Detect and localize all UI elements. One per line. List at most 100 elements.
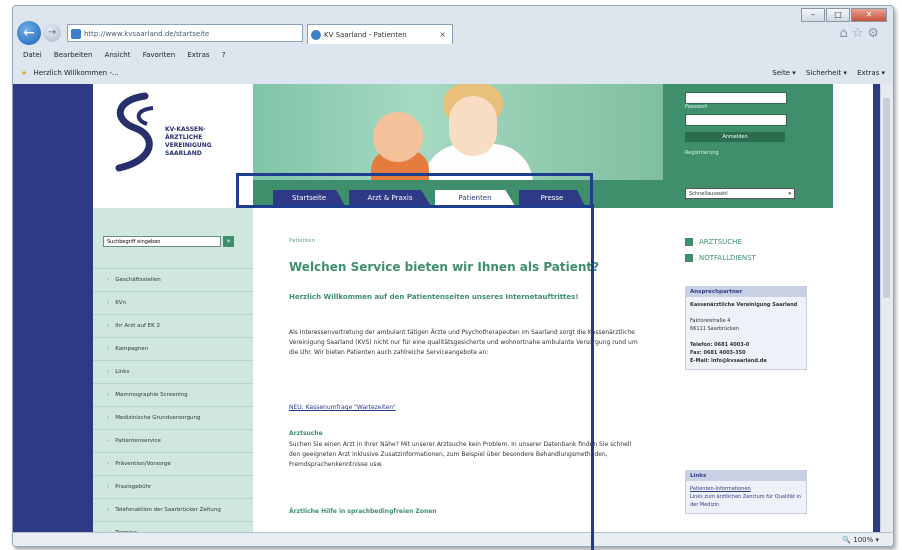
minimize-button[interactable]: –: [801, 8, 825, 22]
menu-favorites[interactable]: Favoriten: [143, 51, 175, 59]
header-banner-image: [253, 84, 663, 180]
sidebar-item[interactable]: Prävention/Vorsorge: [93, 452, 253, 475]
arztsuche-link[interactable]: ARZTSUCHE: [685, 238, 742, 246]
sidebar-item[interactable]: Praxisgebühr: [93, 475, 253, 498]
sidebar-item[interactable]: Medizinische Grundversorgung: [93, 406, 253, 429]
vertical-scrollbar[interactable]: [880, 84, 893, 532]
sidebar-item[interactable]: Kampagnen: [93, 337, 253, 360]
favorites-bar: ★ Herzlich Willkommen -... Seite ▾ Siche…: [13, 64, 893, 82]
links-box-body: Patienten-Informationen Links zum ärztli…: [686, 481, 806, 513]
contact-box: Ansprechpartner Kassenärztliche Vereinig…: [685, 286, 807, 370]
arztsuche-label: ARZTSUCHE: [699, 238, 742, 246]
ie-tab-icon: [311, 30, 321, 40]
username-input[interactable]: [685, 92, 787, 104]
sidebar-menu: Geschäftsstellen KVn Ihr Arzt auf EK 2 K…: [93, 268, 253, 532]
tab-title: KV Saarland - Patienten: [324, 31, 407, 39]
status-bar: 🔍 100% ▾: [13, 532, 893, 546]
links-box: Links Patienten-Informationen Links zum …: [685, 470, 807, 514]
contact-street: Faktoreistraße 4: [690, 318, 731, 324]
page-title: Welchen Service bieten wir Ihnen als Pat…: [289, 260, 600, 274]
back-arrow-icon[interactable]: ←: [17, 21, 41, 45]
section-arztsuche-text: Suchen Sie einen Arzt in Ihrer Nähe? Mit…: [289, 441, 632, 468]
menu-tools[interactable]: Extras: [187, 51, 209, 59]
command-bar: Seite ▾ Sicherheit ▾ Extras ▾: [764, 64, 885, 82]
menu-view[interactable]: Ansicht: [105, 51, 131, 59]
contact-city: 66111 Saarbrücken: [690, 326, 739, 332]
search-go-button[interactable]: »: [223, 236, 234, 247]
browser-window: – □ ✕ ← → http://www.kvsaarland.de/start…: [12, 5, 894, 547]
sidebar-item[interactable]: KVn: [93, 291, 253, 314]
contact-box-body: Kassenärztliche Vereinigung Saarland Fak…: [686, 297, 806, 369]
sidebar-item[interactable]: Patientenservice: [93, 429, 253, 452]
sidebar-item[interactable]: Links: [93, 360, 253, 383]
search-input[interactable]: Suchbegriff eingeben: [103, 236, 221, 247]
sidebar-item[interactable]: Mammographie Screening: [93, 383, 253, 406]
links-item[interactable]: Links zum ärztlichen Zentrum für Qualitä…: [690, 493, 802, 509]
tab-close-icon[interactable]: ×: [439, 25, 446, 45]
address-text: http://www.kvsaarland.de/startseite: [84, 30, 210, 38]
scrollbar-thumb[interactable]: [883, 98, 890, 298]
site-content: KV-KASSEN-ÄRZTLICHE VEREINIGUNG SAARLAND…: [93, 84, 873, 532]
menu-help[interactable]: ?: [222, 51, 226, 59]
breadcrumb[interactable]: Patienten: [289, 238, 315, 244]
favorite-link[interactable]: Herzlich Willkommen -...: [34, 69, 119, 77]
section-arztsuche-title: Arztsuche: [289, 430, 323, 437]
password-label: Passwort: [685, 104, 708, 110]
contact-org: Kassenärztliche Vereinigung Saarland: [690, 302, 798, 308]
address-bar[interactable]: http://www.kvsaarland.de/startseite: [67, 24, 303, 42]
highlight-line-content: [591, 204, 639, 550]
login-button[interactable]: Anmelden: [685, 132, 785, 142]
logo-text: KV-KASSEN-ÄRZTLICHE VEREINIGUNG SAARLAND: [165, 126, 212, 157]
contact-fax: Fax: 0681 4003-350: [690, 350, 746, 356]
maximize-button[interactable]: □: [826, 8, 850, 22]
page-menu[interactable]: Seite ▾: [772, 69, 796, 77]
highlight-box-nav: [236, 173, 593, 208]
section-hilfe-title: Ärztliche Hilfe in sprachbedingfreien Zo…: [289, 508, 437, 515]
site-logo[interactable]: KV-KASSEN-ÄRZTLICHE VEREINIGUNG SAARLAND: [93, 84, 253, 180]
quick-select-bar: Schnellauswahl ▾: [663, 180, 833, 208]
navigation-row: ← → http://www.kvsaarland.de/startseite …: [13, 21, 893, 47]
forward-arrow-icon[interactable]: →: [43, 24, 61, 42]
sidebar-item[interactable]: Telefonaktion der Saarbrücker Zeitung: [93, 498, 253, 521]
sidebar-item[interactable]: Ihr Arzt auf EK 2: [93, 314, 253, 337]
notfalldienst-link[interactable]: NOTFALLDIENST: [685, 254, 756, 262]
tools-menu[interactable]: Extras ▾: [857, 69, 885, 77]
contact-email[interactable]: E-Mail: info@kvsaarland.de: [690, 357, 802, 365]
register-link[interactable]: Registrierung: [685, 150, 719, 156]
contact-phone: Telefon: 0681 4003-0: [690, 342, 750, 348]
arrow-square-icon: [685, 254, 693, 262]
news-link[interactable]: NEU: Kassenumfrage "Wartezeiten": [289, 404, 396, 411]
zoom-icon: 🔍: [842, 536, 851, 544]
intro-paragraph: Als Interessenvertretung der ambulant tä…: [289, 329, 638, 356]
notfalldienst-label: NOTFALLDIENST: [699, 254, 756, 262]
quick-select[interactable]: Schnellauswahl ▾: [685, 188, 795, 199]
site-favicon-icon: [71, 29, 81, 39]
password-input[interactable]: [685, 114, 787, 126]
links-item[interactable]: Patienten-Informationen: [690, 485, 802, 493]
menu-file[interactable]: Datei: [23, 51, 42, 59]
contact-box-title: Ansprechpartner: [686, 287, 806, 297]
left-sidebar: Suchbegriff eingeben » Geschäftsstellen …: [93, 208, 253, 532]
right-column: ARZTSUCHE NOTFALLDIENST Ansprechpartner …: [663, 208, 833, 532]
chevron-down-icon: ▾: [788, 191, 791, 197]
page-viewport: KV-KASSEN-ÄRZTLICHE VEREINIGUNG SAARLAND…: [13, 84, 893, 532]
browser-tab[interactable]: KV Saarland - Patienten ×: [307, 24, 453, 44]
menu-bar: Datei Bearbeiten Ansicht Favoriten Extra…: [13, 49, 893, 62]
arrow-square-icon: [685, 238, 693, 246]
banner-child-face: [373, 112, 423, 162]
zoom-level: 100%: [853, 536, 874, 544]
zoom-control[interactable]: 🔍 100% ▾: [842, 533, 879, 546]
welcome-subheading: Herzlich Willkommen auf den Patientensei…: [289, 293, 579, 301]
quick-select-value: Schnellauswahl: [689, 191, 728, 197]
home-star-gear-icons[interactable]: ⌂☆⚙: [839, 26, 883, 41]
window-controls: – □ ✕: [801, 8, 887, 22]
sidebar-item[interactable]: Termine: [93, 521, 253, 532]
banner-doctor-face: [449, 96, 497, 156]
sidebar-item[interactable]: Geschäftsstellen: [93, 268, 253, 291]
safety-menu[interactable]: Sicherheit ▾: [806, 69, 847, 77]
kv-logo-icon: [115, 92, 154, 172]
menu-edit[interactable]: Bearbeiten: [54, 51, 92, 59]
close-button[interactable]: ✕: [851, 8, 887, 22]
links-box-title: Links: [686, 471, 806, 481]
favorites-star-icon[interactable]: ★: [21, 69, 27, 77]
